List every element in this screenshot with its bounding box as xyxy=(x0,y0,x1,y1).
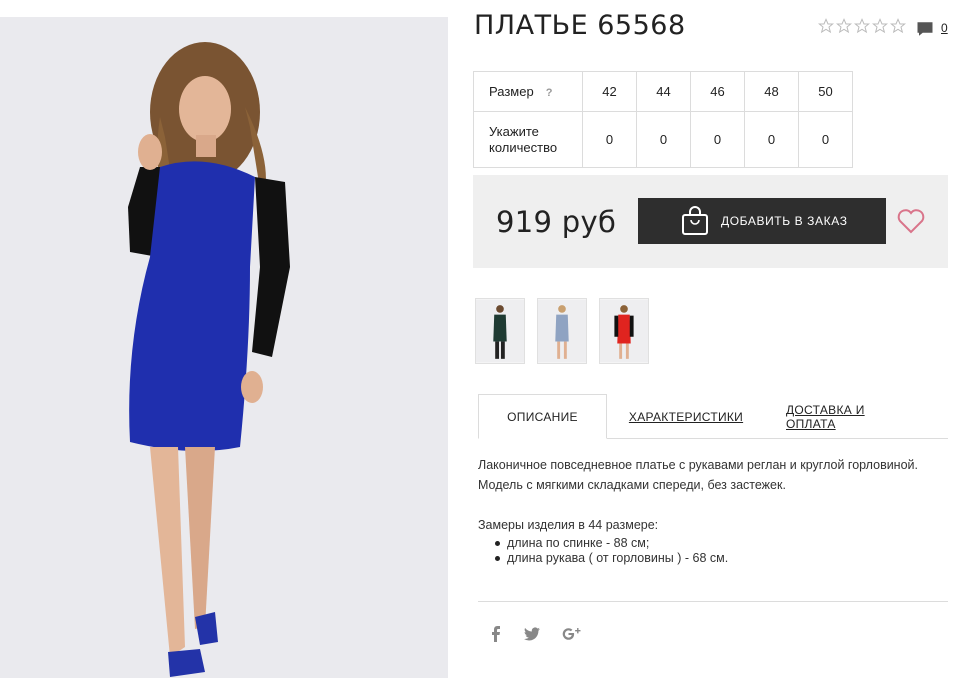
size-46[interactable]: 46 xyxy=(690,71,745,112)
size-label-cell: Размер? xyxy=(473,71,583,112)
add-to-order-button[interactable]: ДОБАВИТЬ В ЗАКАЗ xyxy=(638,198,886,244)
size-50[interactable]: 50 xyxy=(798,71,853,112)
size-44[interactable]: 44 xyxy=(636,71,691,112)
comment-count-link[interactable]: 0 xyxy=(941,21,948,35)
description-line2: Модель с мягкими складками спереди, без … xyxy=(478,478,786,492)
quantity-input-48[interactable]: 0 xyxy=(744,111,799,168)
thumbnail-green[interactable] xyxy=(475,298,525,364)
shopping-bag-icon xyxy=(682,206,708,235)
quantity-input-42[interactable]: 0 xyxy=(582,111,637,168)
thumbnail-red[interactable] xyxy=(599,298,649,364)
measures-block: Замеры изделия в 44 размере: длина по сп… xyxy=(478,518,728,566)
add-to-order-label: ДОБАВИТЬ В ЗАКАЗ xyxy=(721,214,848,228)
size-48[interactable]: 48 xyxy=(744,71,799,112)
quantity-input-46[interactable]: 0 xyxy=(690,111,745,168)
product-tabs: ОПИСАНИЕ ХАРАКТЕРИСТИКИ ДОСТАВКА И ОПЛАТ… xyxy=(478,394,948,439)
quantity-label-line2: количество xyxy=(489,139,558,155)
product-title: ПЛАТЬЕ 65568 xyxy=(474,10,686,41)
rating-stars[interactable] xyxy=(818,18,906,34)
size-label: Размер xyxy=(489,84,534,99)
twitter-icon[interactable] xyxy=(524,627,540,641)
list-item: длина рукава ( от горловины ) - 68 см. xyxy=(478,551,728,566)
tab-delivery-payment[interactable]: ДОСТАВКА И ОПЛАТА xyxy=(786,394,916,439)
star-icon[interactable] xyxy=(872,18,888,34)
color-thumbnails xyxy=(475,298,649,364)
tab-characteristics[interactable]: ХАРАКТЕРИСТИКИ xyxy=(629,394,743,439)
divider xyxy=(478,601,948,602)
tab-description[interactable]: ОПИСАНИЕ xyxy=(478,394,607,439)
measures-title: Замеры изделия в 44 размере: xyxy=(478,518,659,532)
social-share xyxy=(490,626,582,642)
star-icon[interactable] xyxy=(818,18,834,34)
google-plus-icon[interactable] xyxy=(562,626,582,642)
quantity-input-50[interactable]: 0 xyxy=(798,111,853,168)
main-product-photo[interactable] xyxy=(0,17,448,678)
thumbnail-grey-blue[interactable] xyxy=(537,298,587,364)
help-icon[interactable]: ? xyxy=(546,87,553,99)
star-icon[interactable] xyxy=(836,18,852,34)
facebook-icon[interactable] xyxy=(490,626,502,642)
price-box: 919 руб ДОБАВИТЬ В ЗАКАЗ xyxy=(473,175,948,268)
size-42[interactable]: 42 xyxy=(582,71,637,112)
product-price: 919 руб xyxy=(496,205,617,239)
quantity-input-44[interactable]: 0 xyxy=(636,111,691,168)
description-line1: Лаконичное повседневное платье с рукавам… xyxy=(478,458,918,472)
star-icon[interactable] xyxy=(890,18,906,34)
size-table: Размер? 42 44 46 48 50 Укажите количество… xyxy=(473,71,853,168)
comment-icon[interactable] xyxy=(916,20,934,38)
wishlist-heart-icon[interactable] xyxy=(897,208,925,234)
measures-list: длина по спинке - 88 см; длина рукава ( … xyxy=(478,536,728,566)
product-description: Лаконичное повседневное платье с рукавам… xyxy=(478,455,948,495)
quantity-label-cell: Укажите количество xyxy=(473,111,583,168)
list-item: длина по спинке - 88 см; xyxy=(478,536,728,551)
quantity-label-line1: Укажите xyxy=(489,123,539,139)
star-icon[interactable] xyxy=(854,18,870,34)
